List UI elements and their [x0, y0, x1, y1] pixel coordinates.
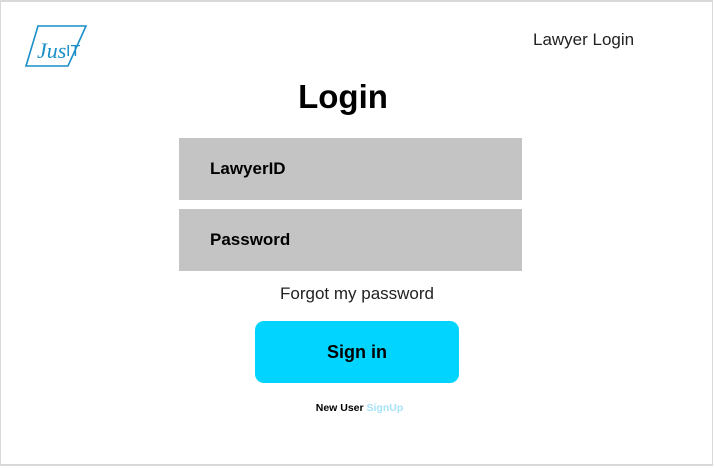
- jusit-logo[interactable]: Jus IT: [24, 24, 90, 70]
- logo-mark-icon: Jus IT: [24, 25, 88, 67]
- new-user-row: New User SignUp: [0, 402, 715, 414]
- page-title: Login: [298, 78, 388, 115]
- new-user-label: New User: [315, 402, 364, 414]
- lawyer-login-link[interactable]: Lawyer Login: [533, 30, 634, 50]
- svg-text:IT: IT: [66, 43, 80, 60]
- lawyer-id-input[interactable]: [179, 138, 522, 200]
- signup-link[interactable]: SignUp: [367, 402, 404, 414]
- forgot-password-link[interactable]: Forgot my password: [179, 284, 535, 304]
- password-input[interactable]: [179, 209, 522, 271]
- sign-in-button[interactable]: Sign in: [255, 321, 459, 383]
- svg-text:Jus: Jus: [37, 38, 66, 63]
